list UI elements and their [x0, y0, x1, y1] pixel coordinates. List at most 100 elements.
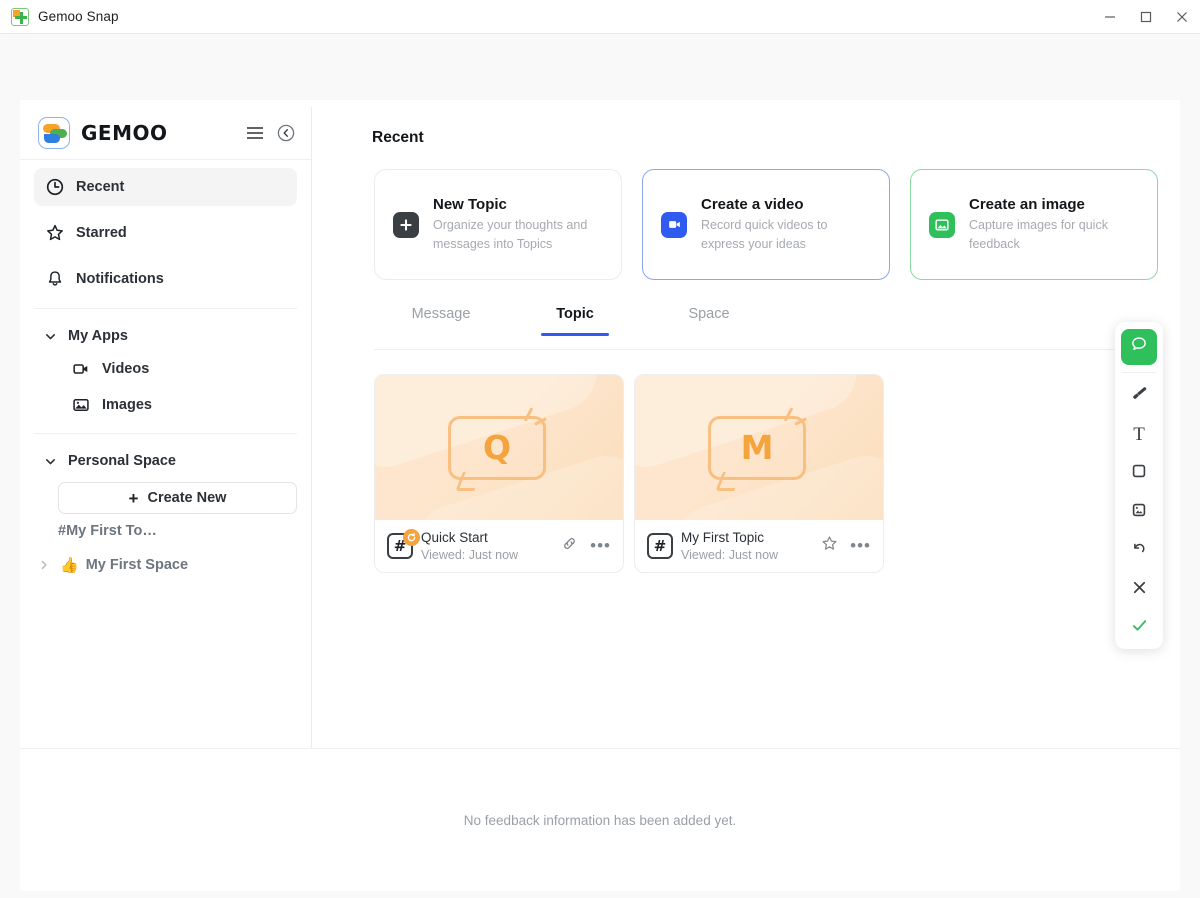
sidebar-header: GEMOO — [20, 107, 311, 160]
sidebar-item-recent[interactable]: Recent — [34, 168, 297, 206]
card-title: Create a video — [701, 196, 804, 214]
speech-bubble-icon: Q — [448, 406, 547, 480]
undo-tool-button[interactable] — [1121, 533, 1157, 569]
star-icon — [44, 224, 66, 242]
sidebar-group-my-apps[interactable]: My Apps — [20, 321, 311, 351]
sidebar-item-label: Notifications — [76, 271, 164, 287]
card-description: Organize your thoughts and messages into… — [433, 218, 588, 251]
gemoo-logo-icon — [38, 117, 70, 149]
image-icon — [929, 211, 955, 238]
topic-thumbnail: M — [635, 375, 883, 520]
feedback-empty-text: No feedback information has been added y… — [463, 812, 737, 828]
topic-thumbnail: Q — [375, 375, 623, 520]
topic-card-quick-start[interactable]: Q # Quick Start Viewed: Just now ••• — [374, 374, 624, 573]
annotation-toolbar: T — [1115, 322, 1163, 649]
chevron-right-icon — [38, 559, 54, 571]
text-tool-button[interactable]: T — [1121, 417, 1157, 453]
menu-icon[interactable] — [246, 126, 264, 140]
brush-icon — [1130, 384, 1149, 408]
hash-badge-icon: # — [647, 533, 673, 559]
sidebar-item-label: Recent — [76, 179, 125, 195]
card-description: Capture images for quick feedback — [969, 218, 1108, 251]
topic-list: Q # Quick Start Viewed: Just now ••• M #… — [374, 374, 1180, 573]
star-icon[interactable] — [821, 535, 838, 557]
tab-message[interactable]: Message — [374, 306, 508, 335]
image-stamp-icon — [1130, 501, 1148, 524]
sidebar-item-starred[interactable]: Starred — [34, 214, 297, 252]
brand-name: GEMOO — [81, 121, 168, 145]
clock-icon — [44, 178, 66, 196]
more-options-icon[interactable]: ••• — [850, 537, 871, 554]
tab-space[interactable]: Space — [642, 306, 776, 335]
bell-icon — [44, 270, 66, 288]
sidebar-leaf-label: My First Space — [85, 557, 189, 573]
feedback-panel: No feedback information has been added y… — [20, 748, 1180, 891]
close-icon — [1131, 579, 1148, 601]
rectangle-icon — [1130, 462, 1148, 485]
image-tool-button[interactable] — [1121, 494, 1157, 530]
sidebar-divider-2 — [34, 433, 297, 434]
topic-meta: # My First Topic Viewed: Just now ••• — [635, 520, 883, 572]
topic-card-my-first-topic[interactable]: M # My First Topic Viewed: Just now ••• — [634, 374, 884, 573]
hash-badge-icon: # — [387, 529, 420, 559]
link-icon[interactable] — [561, 535, 578, 557]
sidebar-item-notifications[interactable]: Notifications — [34, 260, 297, 298]
thumbnail-letter: M — [740, 428, 774, 467]
sidebar-item-images[interactable]: Images — [48, 387, 311, 423]
comment-bubble-icon — [1130, 335, 1148, 358]
sidebar-nav: Recent Starred Notifications — [20, 160, 311, 298]
sidebar-item-videos[interactable]: Videos — [48, 351, 311, 387]
rectangle-tool-button[interactable] — [1121, 456, 1157, 492]
close-tool-button[interactable] — [1121, 572, 1157, 608]
thumbnail-letter: Q — [483, 428, 512, 467]
sidebar-group-label: My Apps — [68, 328, 128, 344]
sidebar-subitem-label: Videos — [102, 361, 150, 377]
plus-icon: + — [128, 488, 139, 508]
more-options-icon[interactable]: ••• — [590, 537, 611, 554]
sidebar-divider-1 — [34, 308, 297, 309]
create-video-card[interactable]: Create a video Record quick videos to ex… — [642, 169, 890, 280]
video-camera-icon — [661, 211, 687, 238]
maximize-button[interactable] — [1128, 0, 1164, 34]
create-new-label: Create New — [147, 490, 227, 506]
sidebar-group-personal-space[interactable]: Personal Space — [20, 446, 311, 476]
topic-name: My First Topic — [681, 530, 765, 546]
chevron-down-icon — [44, 455, 58, 468]
new-topic-card[interactable]: New Topic Organize your thoughts and mes… — [374, 169, 622, 280]
video-camera-icon — [72, 360, 92, 378]
tab-topic[interactable]: Topic — [508, 306, 642, 335]
main-content: Recent New Topic Organize your thoughts … — [312, 107, 1180, 748]
window-titlebar: Gemoo Snap — [0, 0, 1200, 34]
card-title: New Topic — [433, 196, 507, 214]
close-button[interactable] — [1164, 0, 1200, 34]
sync-icon — [403, 529, 420, 546]
confirm-tool-button[interactable] — [1121, 610, 1157, 646]
toolbar-separator — [1122, 371, 1156, 373]
topic-name: Quick Start — [421, 530, 488, 546]
minimize-button[interactable] — [1092, 0, 1128, 34]
card-description: Record quick videos to express your idea… — [701, 218, 828, 251]
window-title: Gemoo Snap — [38, 9, 119, 24]
create-new-button[interactable]: + Create New — [58, 482, 297, 514]
sidebar-leaf-label: #My First To… — [58, 523, 157, 539]
app-surface: GEMOO Recent Starred Notifications My Ap… — [0, 34, 1200, 898]
sidebar-item-my-first-topic[interactable]: #My First To… — [20, 514, 311, 548]
undo-icon — [1130, 539, 1148, 562]
sidebar: GEMOO Recent Starred Notifications My Ap… — [20, 107, 312, 748]
comment-tool-button[interactable] — [1121, 329, 1157, 365]
brush-tool-button[interactable] — [1121, 379, 1157, 415]
topic-status: Viewed: Just now — [421, 547, 519, 562]
speech-bubble-icon: M — [708, 406, 807, 480]
sidebar-subitem-label: Images — [102, 397, 152, 413]
chevron-down-icon — [44, 330, 58, 343]
hash-glyph: # — [653, 537, 667, 555]
check-icon — [1130, 616, 1149, 640]
thumbs-up-icon: 👍 — [60, 557, 79, 574]
topic-status: Viewed: Just now — [681, 547, 779, 562]
collapse-sidebar-icon[interactable] — [277, 124, 295, 142]
sidebar-group-label: Personal Space — [68, 453, 176, 469]
sidebar-item-my-first-space[interactable]: 👍 My First Space — [20, 548, 311, 582]
action-cards: New Topic Organize your thoughts and mes… — [374, 169, 1180, 280]
plus-square-icon — [393, 211, 419, 238]
create-image-card[interactable]: Create an image Capture images for quick… — [910, 169, 1158, 280]
